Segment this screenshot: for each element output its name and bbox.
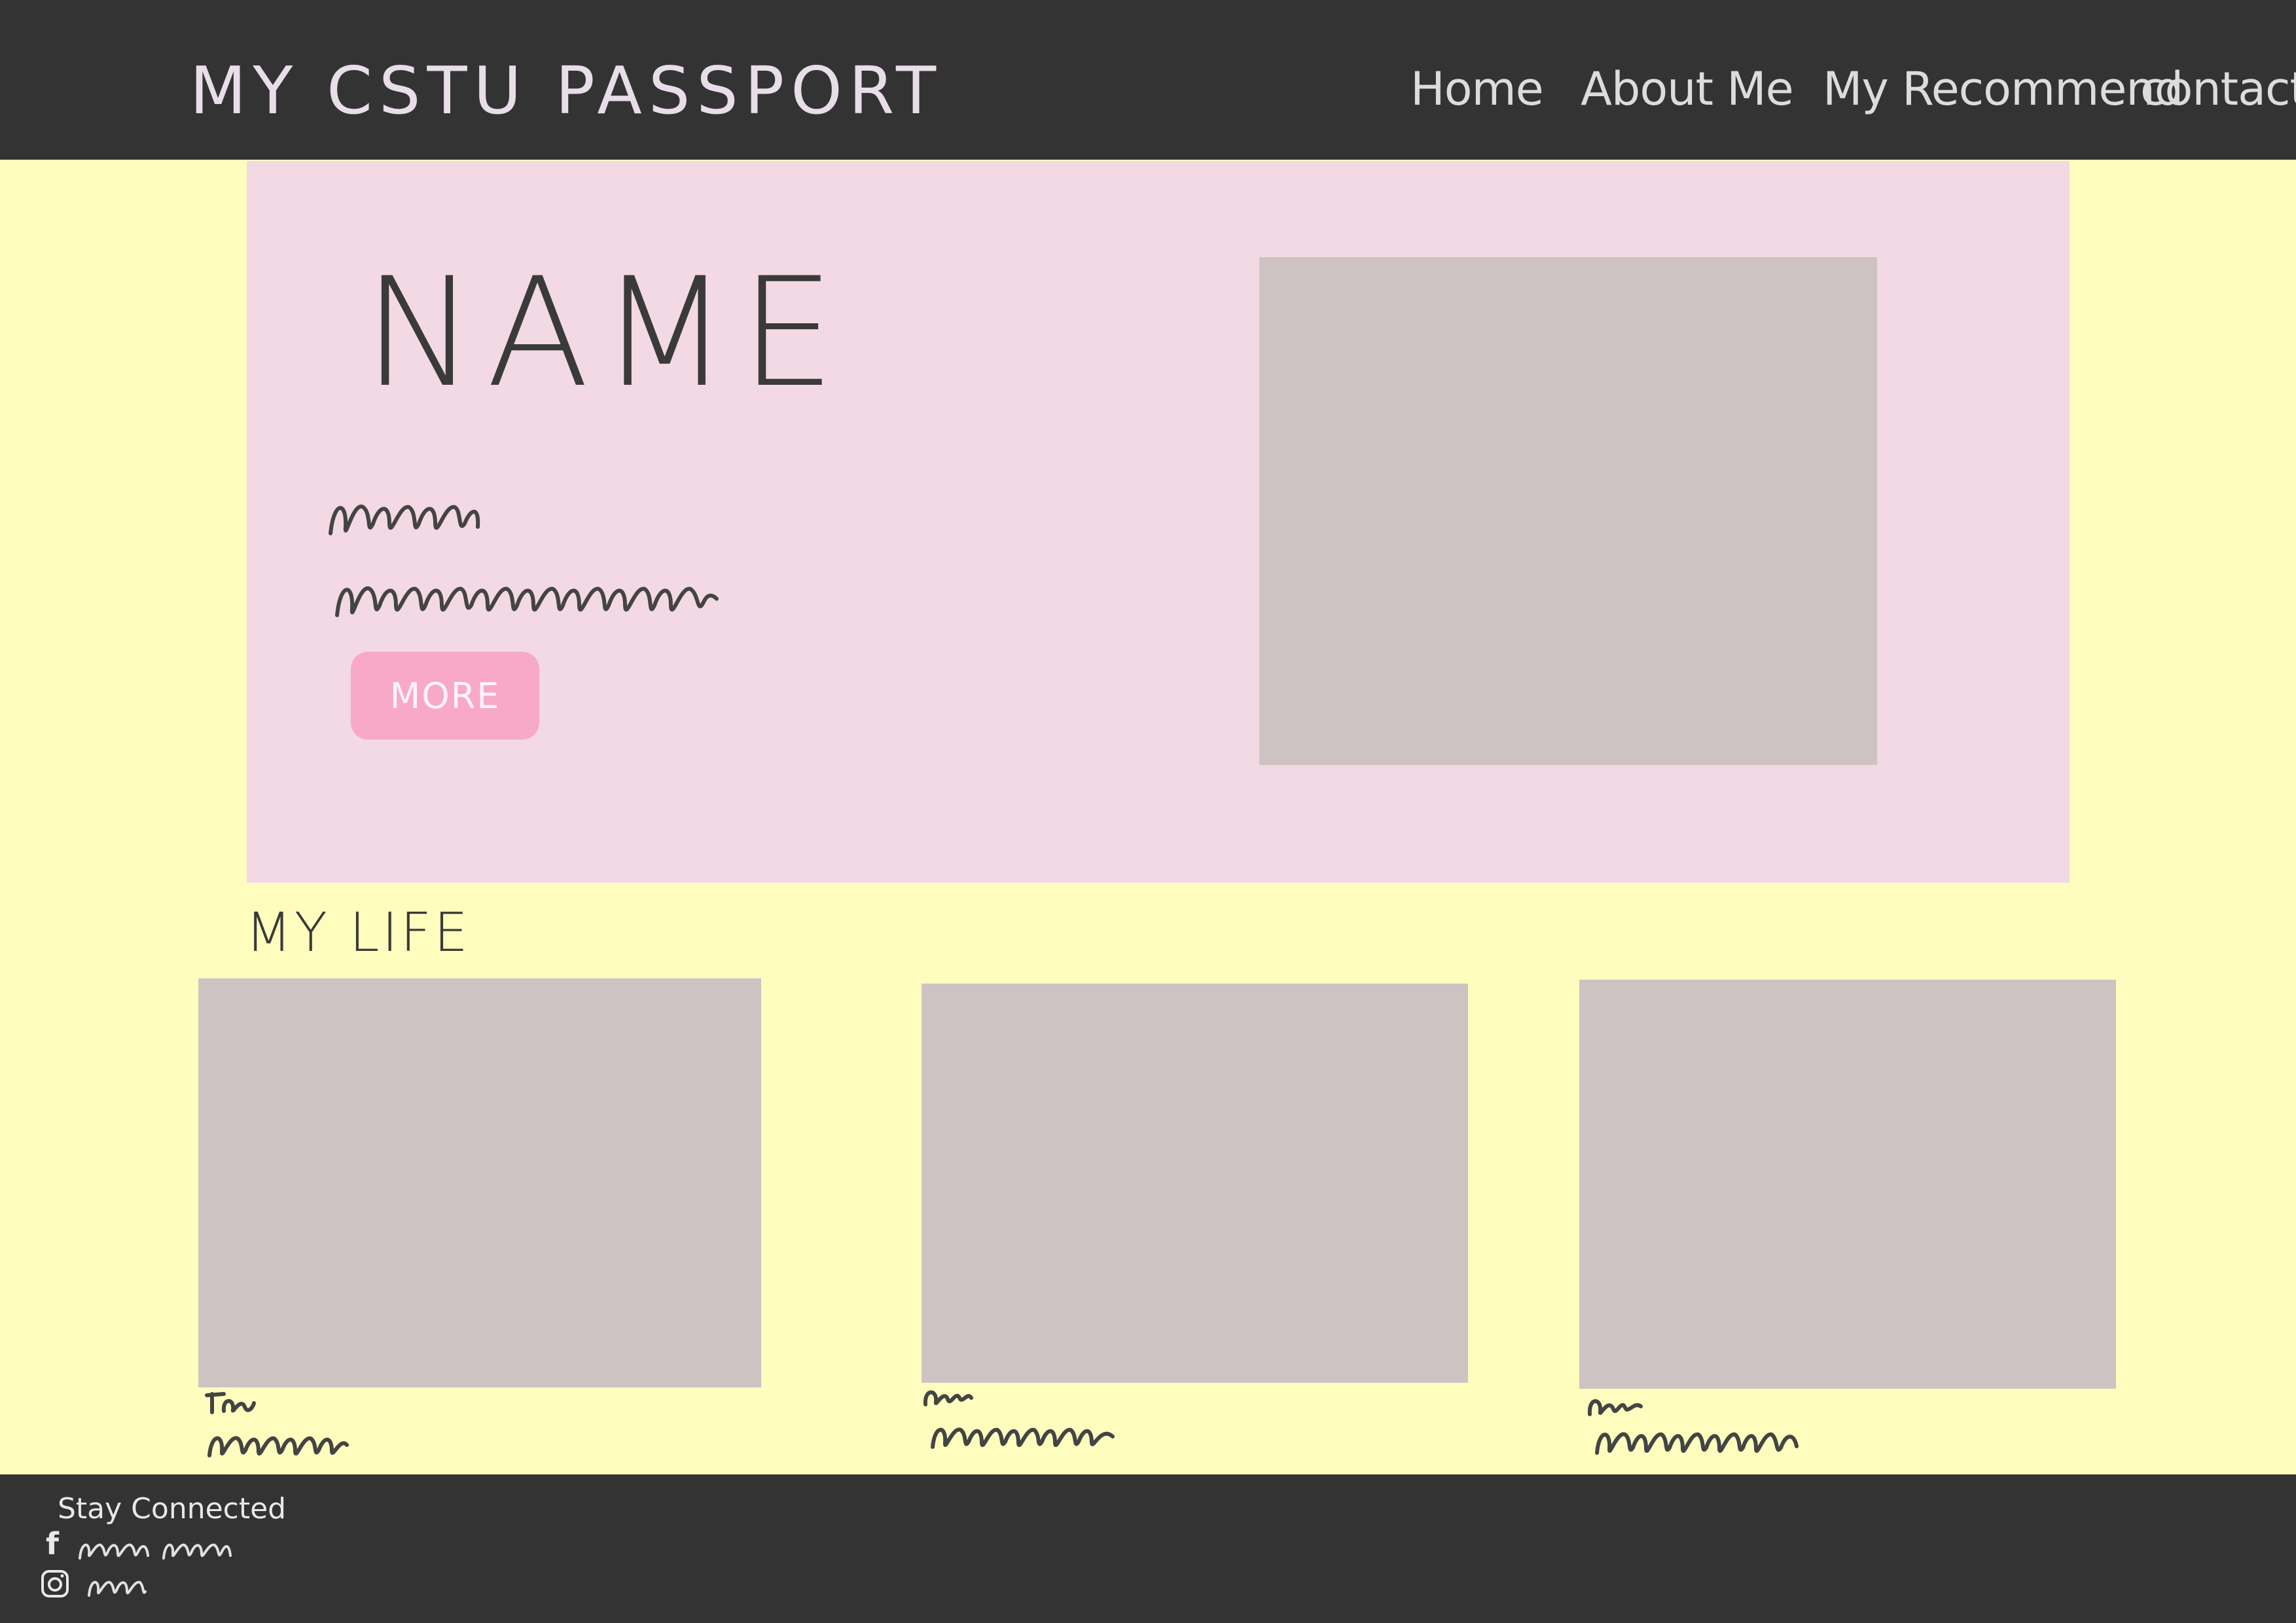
instagram-icon[interactable]	[41, 1569, 69, 1598]
life-card-caption-text	[207, 1436, 349, 1457]
life-card-caption-text	[931, 1427, 1115, 1449]
life-card-image[interactable]	[922, 984, 1468, 1383]
nav-recommend-link[interactable]: My Recommend	[1823, 62, 2183, 116]
site-title[interactable]: MY CSTU PASSPORT	[190, 52, 942, 129]
hero-image-placeholder	[1259, 257, 1877, 765]
nav-contact-link[interactable]: contact	[2140, 62, 2296, 116]
life-card-caption-title	[1587, 1399, 1643, 1416]
hero-placeholder-text-short	[329, 505, 480, 535]
life-card-caption-text	[1595, 1432, 1799, 1455]
hero-placeholder-text-long	[335, 586, 719, 617]
nav-home-link[interactable]: Home	[1410, 62, 1544, 116]
footer-facebook-link-text[interactable]	[77, 1535, 234, 1562]
life-card-image[interactable]	[198, 978, 761, 1387]
more-button[interactable]: MORE	[351, 652, 539, 740]
life-card-caption-title	[205, 1392, 256, 1414]
footer	[0, 1474, 2296, 1623]
footer-instagram-link-text[interactable]	[86, 1572, 149, 1599]
footer-heading: Stay Connected	[58, 1492, 287, 1525]
hero-name-heading: NAME	[363, 246, 846, 421]
my-life-section-title: MY LIFE	[245, 902, 471, 964]
life-card-caption-title	[923, 1390, 973, 1406]
nav-about-link[interactable]: About Me	[1581, 62, 1794, 116]
facebook-icon[interactable]: f	[46, 1526, 59, 1561]
life-card-image[interactable]	[1579, 980, 2116, 1389]
